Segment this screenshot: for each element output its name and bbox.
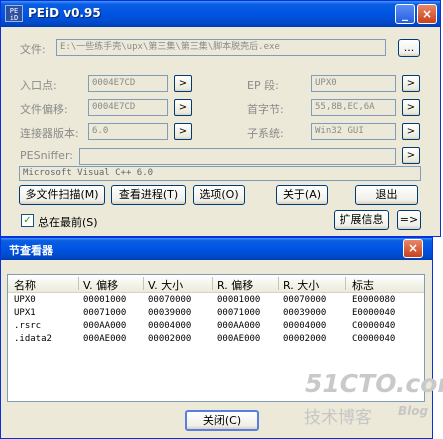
subsystem-label: 子系统: bbox=[247, 127, 284, 140]
linker-version-field[interactable]: 6.0 bbox=[88, 123, 168, 140]
window-title: PEiD v0.95 bbox=[28, 6, 101, 20]
title-bar[interactable]: PE iD PEiD v0.95 _ × bbox=[1, 1, 440, 27]
column-header-name[interactable]: 名称 bbox=[14, 277, 36, 293]
ep-section-arrow-button[interactable]: > bbox=[402, 75, 420, 92]
entry-point-field[interactable]: 0004E7CD bbox=[88, 75, 168, 92]
cell-r-size: 00039000 bbox=[283, 308, 327, 318]
column-header-r-size[interactable]: R. 大小 bbox=[283, 277, 319, 293]
cell-v-offset: 000AA000 bbox=[83, 321, 127, 331]
column-divider[interactable] bbox=[143, 277, 144, 290]
pesniffer-arrow-button[interactable]: > bbox=[402, 147, 420, 164]
cell-v-size: 00004000 bbox=[148, 321, 192, 331]
cell-r-offset: 00071000 bbox=[217, 308, 261, 318]
cell-v-offset: 000AE000 bbox=[83, 334, 127, 344]
cell-name: .idata2 bbox=[14, 334, 52, 344]
cell-flags: C0000040 bbox=[352, 334, 396, 344]
always-on-top-label: 总在最前(S) bbox=[38, 216, 98, 229]
table-row[interactable]: .idata2 000AE000 00002000 000AE000 00002… bbox=[8, 333, 424, 346]
column-divider[interactable] bbox=[212, 277, 213, 290]
about-button[interactable]: 关于(A) bbox=[276, 185, 328, 205]
cell-v-size: 00039000 bbox=[148, 308, 192, 318]
file-offset-label: 文件偏移: bbox=[20, 103, 68, 116]
cell-flags: C0000040 bbox=[352, 321, 396, 331]
table-row[interactable]: UPX1 00071000 00039000 00071000 00039000… bbox=[8, 307, 424, 320]
watermark-site: 51CTO.com bbox=[305, 369, 443, 398]
cell-r-size: 00004000 bbox=[283, 321, 327, 331]
always-on-top-checkbox[interactable]: ✓ bbox=[21, 214, 34, 227]
linker-version-label: 连接器版本: bbox=[20, 127, 79, 140]
first-bytes-field[interactable]: 55,8B,EC,6A bbox=[311, 99, 396, 116]
first-bytes-label: 首字节: bbox=[247, 103, 284, 116]
subsystem-field[interactable]: Win32 GUI bbox=[311, 123, 396, 140]
exit-button[interactable]: 退出 bbox=[355, 185, 418, 205]
column-divider[interactable] bbox=[278, 277, 279, 290]
cell-flags: E0000080 bbox=[352, 295, 396, 305]
column-header-r-offset[interactable]: R. 偏移 bbox=[217, 277, 253, 293]
pesniffer-label: PESniffer: bbox=[20, 149, 73, 162]
go-button[interactable]: => bbox=[397, 210, 421, 230]
cell-v-offset: 00071000 bbox=[83, 308, 127, 318]
view-process-button[interactable]: 查看进程(T) bbox=[111, 185, 186, 205]
cell-name: UPX1 bbox=[14, 308, 36, 318]
column-header-flags[interactable]: 标志 bbox=[352, 277, 374, 293]
peid-app-icon: PE iD bbox=[5, 5, 23, 22]
cell-r-offset: 00001000 bbox=[217, 295, 261, 305]
peid-main-window: PE iD PEiD v0.95 _ × 文件: E:\一些练手壳\upx\第三… bbox=[0, 0, 441, 237]
cell-v-offset: 00001000 bbox=[83, 295, 127, 305]
cell-flags: E0000040 bbox=[352, 308, 396, 318]
cell-name: .rsrc bbox=[14, 321, 42, 331]
close-button[interactable]: × bbox=[417, 4, 437, 24]
cell-r-size: 00002000 bbox=[283, 334, 327, 344]
watermark-tagline: 技术博客 bbox=[304, 408, 372, 428]
cell-v-size: 00070000 bbox=[148, 295, 192, 305]
section-viewer-title-bar[interactable]: 节查看器 × bbox=[1, 238, 432, 260]
table-row[interactable]: UPX0 00001000 00070000 00001000 00070000… bbox=[8, 294, 424, 307]
column-header-v-offset[interactable]: V. 偏移 bbox=[83, 277, 118, 293]
cell-name: UPX0 bbox=[14, 295, 36, 305]
watermark-blog: Blog bbox=[398, 404, 429, 418]
column-header-v-size[interactable]: V. 大小 bbox=[148, 277, 183, 293]
browse-button[interactable]: ... bbox=[398, 39, 420, 57]
detection-result-field[interactable]: Microsoft Visual C++ 6.0 bbox=[19, 166, 421, 181]
entry-point-arrow-button[interactable]: > bbox=[174, 75, 192, 92]
linker-version-arrow-button[interactable]: > bbox=[174, 123, 192, 140]
section-table-header: 名称 V. 偏移 V. 大小 R. 偏移 R. 大小 标志 bbox=[8, 275, 424, 293]
extended-info-button[interactable]: 扩展信息 bbox=[334, 210, 389, 230]
table-row[interactable]: .rsrc 000AA000 00004000 000AA000 0000400… bbox=[8, 320, 424, 333]
close-section-viewer-button[interactable]: 关闭(C) bbox=[185, 410, 259, 431]
options-button[interactable]: 选项(O) bbox=[193, 185, 245, 205]
multi-scan-button[interactable]: 多文件扫描(M) bbox=[19, 185, 105, 205]
column-divider[interactable] bbox=[78, 277, 79, 290]
minimize-button[interactable]: _ bbox=[395, 4, 415, 24]
subsystem-arrow-button[interactable]: > bbox=[402, 123, 420, 140]
cell-r-size: 00070000 bbox=[283, 295, 327, 305]
first-bytes-arrow-button[interactable]: > bbox=[402, 99, 420, 116]
cell-r-offset: 000AE000 bbox=[217, 334, 261, 344]
cell-v-size: 00002000 bbox=[148, 334, 192, 344]
cell-r-offset: 000AA000 bbox=[217, 321, 261, 331]
file-offset-field[interactable]: 0004E7CD bbox=[88, 99, 168, 116]
ep-section-field[interactable]: UPX0 bbox=[311, 75, 396, 92]
column-divider[interactable] bbox=[345, 277, 346, 290]
file-offset-arrow-button[interactable]: > bbox=[174, 99, 192, 116]
ep-section-label: EP 段: bbox=[247, 79, 279, 92]
entry-point-label: 入口点: bbox=[20, 79, 57, 92]
section-viewer-close-icon[interactable]: × bbox=[403, 239, 423, 258]
file-label: 文件: bbox=[20, 43, 46, 56]
section-viewer-title: 节查看器 bbox=[9, 244, 53, 257]
file-path-field[interactable]: E:\一些练手壳\upx\第三集\第三集\脚本脱壳后.exe bbox=[56, 39, 386, 56]
pesniffer-field[interactable] bbox=[79, 148, 396, 165]
